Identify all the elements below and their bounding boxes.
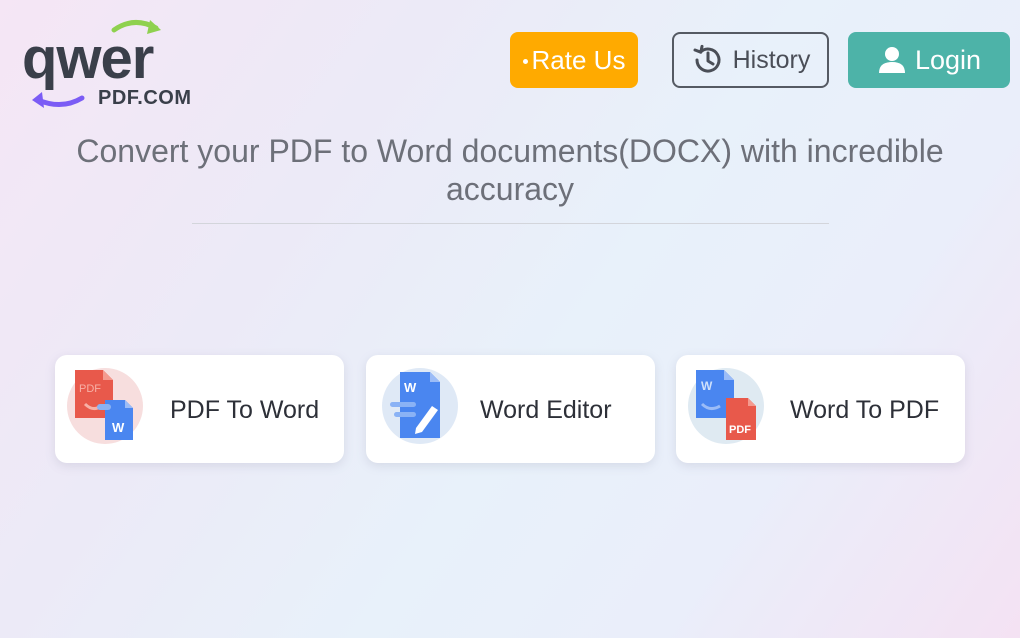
tool-label-word-editor: Word Editor [480, 396, 612, 424]
rate-us-label: Rate Us [531, 44, 626, 75]
logo-wordmark: qwer [22, 26, 154, 91]
tool-label-pdf-to-word: PDF To Word [170, 396, 320, 424]
word-to-pdf-pdf-text: PDF [729, 424, 751, 436]
user-icon [878, 47, 905, 73]
tool-card-word-to-pdf[interactable]: W PDF Word To PDF [676, 355, 965, 463]
login-label: Login [914, 44, 982, 75]
word-editor-badge-text: W [404, 380, 417, 395]
pdf-to-word-icon: PDF W [67, 368, 143, 444]
word-editor-icon: W [382, 368, 458, 444]
tool-label-word-to-pdf: Word To PDF [790, 396, 940, 424]
pdf-badge-text: PDF [79, 383, 101, 395]
site-logo[interactable]: qwer PDF.COM [22, 18, 222, 114]
login-button[interactable]: Login [848, 32, 1010, 88]
page-headline: Convert your PDF to Word documents(DOCX)… [76, 133, 944, 207]
word-to-pdf-icon: W PDF [688, 368, 764, 444]
logo-domain: PDF.COM [98, 87, 192, 109]
history-clock-icon [693, 44, 721, 73]
history-button[interactable]: History [672, 32, 829, 88]
history-label: History [732, 45, 811, 74]
word-to-pdf-w-text: W [701, 379, 713, 393]
word-badge-text: W [112, 420, 125, 435]
rate-us-button[interactable]: Rate Us [510, 32, 638, 88]
tool-card-word-editor[interactable]: W Word Editor [366, 355, 655, 463]
dot-icon [522, 58, 528, 64]
tool-card-pdf-to-word[interactable]: PDF W PDF To Word [55, 355, 344, 463]
headline-divider [192, 223, 829, 224]
